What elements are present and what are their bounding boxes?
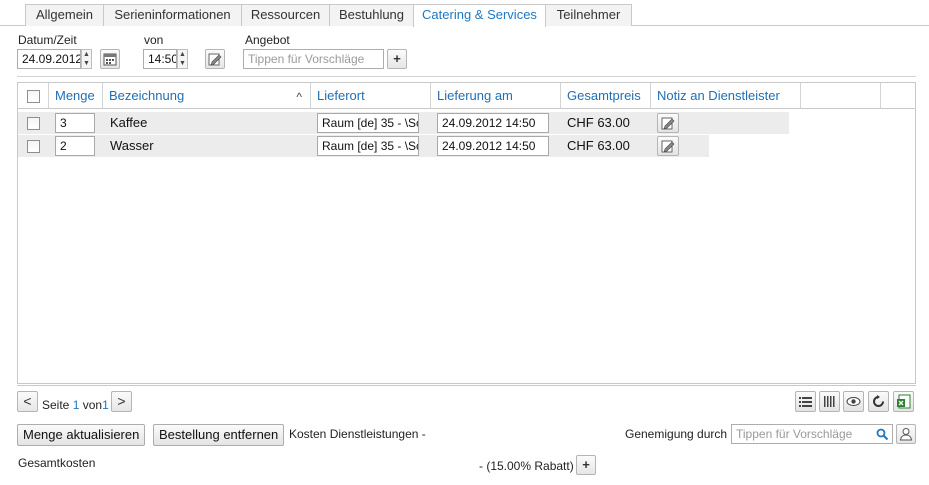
header-lieferung-am[interactable]: Lieferung am	[431, 83, 561, 109]
note-button[interactable]	[657, 136, 679, 156]
location-input[interactable]: Raum [de] 35 - \Sc	[317, 136, 419, 156]
edit-note-icon	[661, 117, 675, 130]
note-button[interactable]	[657, 113, 679, 133]
tab-catering-services[interactable]: Catering & Services	[413, 4, 546, 27]
date-label: Datum/Zeit	[18, 33, 77, 47]
preview-button[interactable]	[843, 391, 864, 412]
location-input[interactable]: Raum [de] 35 - \Sc	[317, 113, 419, 133]
grid-header: Menge Bezeichnung ^ Lieferort Lieferung …	[18, 83, 915, 109]
next-page-button[interactable]: >	[111, 391, 132, 412]
row-checkbox[interactable]	[27, 140, 40, 153]
header-notiz[interactable]: Notiz an Dienstleister	[651, 83, 801, 109]
from-label: von	[144, 33, 164, 47]
page-label: Seite	[42, 398, 70, 412]
page-total[interactable]: 1	[102, 398, 109, 412]
spin-up-icon[interactable]: ▲	[82, 50, 91, 59]
edit-note-icon	[661, 140, 675, 153]
excel-export-icon	[897, 394, 911, 409]
sort-asc-icon: ^	[296, 90, 302, 104]
offer-label: Angebot	[245, 33, 290, 47]
total-price: CHF 63.00	[567, 115, 630, 130]
approval-input[interactable]: Tippen für Vorschläge	[731, 424, 893, 444]
refresh-icon	[873, 395, 884, 407]
table-row[interactable]: 2 Wasser Raum [de] 35 - \Sc 24.09.2012 1…	[18, 135, 709, 157]
add-discount-button[interactable]: +	[576, 455, 596, 475]
tab-ressourcen[interactable]: Ressourcen	[241, 4, 330, 26]
of-label: von	[82, 398, 103, 412]
user-picker-button[interactable]	[896, 424, 916, 444]
list-icon	[799, 397, 812, 407]
item-name: Kaffee	[110, 115, 148, 130]
tab-serieninformationen[interactable]: Serieninformationen	[103, 4, 242, 26]
delivery-date-input[interactable]: 24.09.2012 14:50	[437, 136, 549, 156]
tab-bestuhlung[interactable]: Bestuhlung	[329, 4, 414, 26]
spin-up-icon[interactable]: ▲	[178, 50, 187, 59]
columns-button[interactable]	[819, 391, 840, 412]
total-price: CHF 63.00	[567, 138, 630, 153]
header-select-all	[18, 83, 49, 109]
header-bezeichnung-label: Bezeichnung	[109, 88, 185, 103]
user-icon	[899, 428, 913, 441]
divider	[17, 76, 916, 77]
list-view-button[interactable]	[795, 391, 816, 412]
tab-bar: Allgemein Serieninformationen Ressourcen…	[0, 0, 929, 27]
grid-footer-divider	[17, 385, 916, 386]
prev-page-button[interactable]: <	[17, 391, 38, 412]
discount-text: - (15.00% Rabatt)	[479, 459, 574, 473]
header-extra-1	[801, 83, 881, 109]
header-menge[interactable]: Menge	[49, 83, 103, 109]
quantity-input[interactable]: 2	[55, 136, 95, 156]
page-current[interactable]: 1	[73, 398, 80, 412]
quantity-input[interactable]: 3	[55, 113, 95, 133]
header-extra-2	[881, 83, 915, 109]
calendar-icon	[103, 53, 117, 66]
table-row[interactable]: 3 Kaffee Raum [de] 35 - \Sc 24.09.2012 1…	[18, 112, 789, 134]
refresh-button[interactable]	[868, 391, 889, 412]
eye-icon	[846, 397, 861, 406]
date-spinner[interactable]: ▲ ▼	[81, 49, 92, 69]
offer-input[interactable]: Tippen für Vorschläge	[243, 49, 384, 69]
catering-grid: Menge Bezeichnung ^ Lieferort Lieferung …	[17, 82, 916, 384]
time-field[interactable]: 14:50	[143, 49, 177, 69]
tab-allgemein[interactable]: Allgemein	[25, 4, 104, 26]
columns-icon	[824, 396, 835, 407]
export-excel-button[interactable]	[893, 391, 914, 412]
total-costs-label: Gesamtkosten	[18, 456, 96, 470]
item-name: Wasser	[110, 138, 154, 153]
service-costs-label: Kosten Dienstleistungen -	[289, 427, 426, 441]
header-gesamtpreis[interactable]: Gesamtpreis	[561, 83, 651, 109]
tab-teilnehmer[interactable]: Teilnehmer	[545, 4, 632, 26]
header-bezeichnung[interactable]: Bezeichnung ^	[103, 83, 311, 109]
approval-label: Genemigung durch	[625, 427, 728, 441]
remove-order-button[interactable]: Bestellung entfernen	[153, 424, 285, 446]
edit-icon	[208, 53, 222, 66]
calendar-button[interactable]	[100, 49, 120, 69]
select-all-checkbox[interactable]	[27, 90, 40, 103]
header-lieferort[interactable]: Lieferort	[311, 83, 431, 109]
row-checkbox[interactable]	[27, 117, 40, 130]
page-info: Seite 1 von1	[42, 398, 109, 412]
update-quantity-button[interactable]: Menge aktualisieren	[17, 424, 146, 446]
spin-down-icon[interactable]: ▼	[178, 59, 187, 68]
spin-down-icon[interactable]: ▼	[82, 59, 91, 68]
edit-time-button[interactable]	[205, 49, 225, 69]
time-spinner[interactable]: ▲ ▼	[177, 49, 188, 69]
search-icon[interactable]	[876, 428, 889, 441]
date-field[interactable]: 24.09.2012	[17, 49, 81, 69]
delivery-date-input[interactable]: 24.09.2012 14:50	[437, 113, 549, 133]
add-offer-button[interactable]: +	[387, 49, 407, 69]
